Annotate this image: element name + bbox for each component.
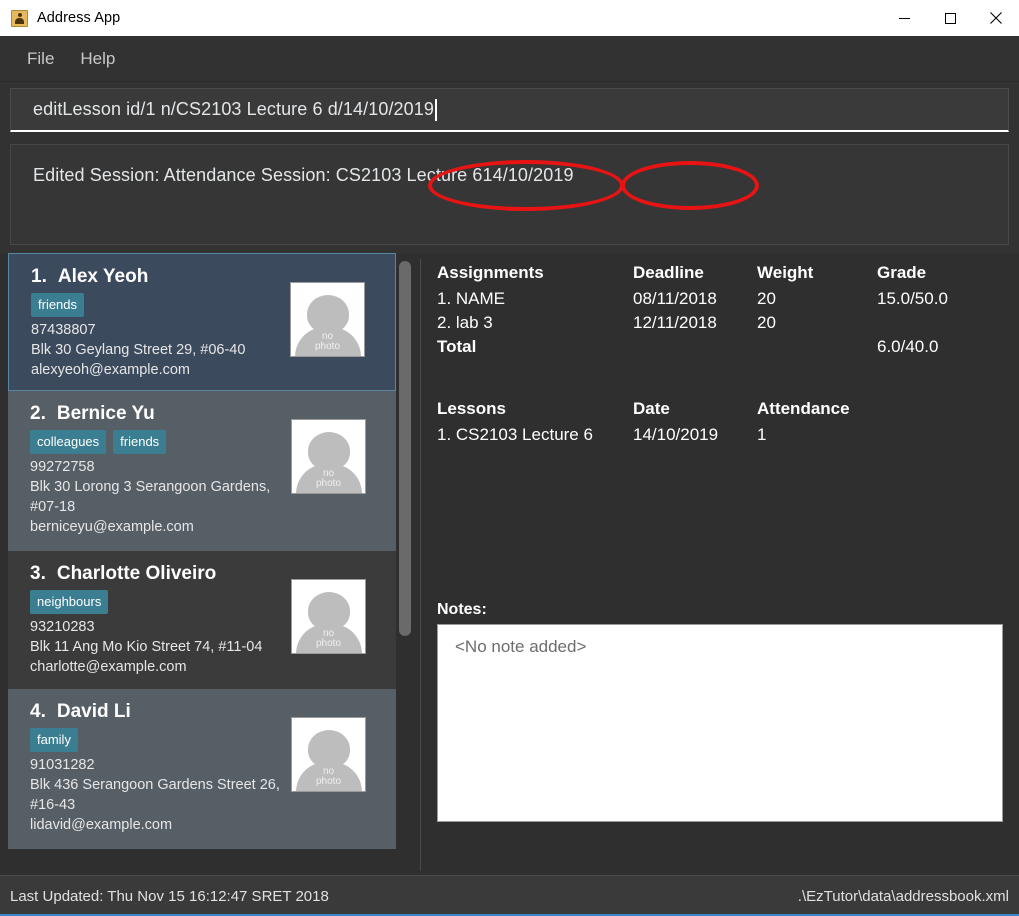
person-photo-placeholder: no photo	[291, 717, 366, 792]
person-list-panel: 1. Alex Yeoh friends 87438807 Blk 30 Gey…	[8, 253, 420, 875]
close-button[interactable]	[973, 0, 1019, 36]
assignment-deadline-cell: 08/11/2018	[633, 289, 717, 308]
maximize-button[interactable]	[927, 0, 973, 36]
person-index: 2.	[30, 403, 46, 424]
person-name: David Li	[56, 701, 131, 722]
tag-badge: colleagues	[30, 430, 107, 454]
assignment-name-cell: 2. lab 3	[437, 313, 493, 332]
assignment-name-cell: 1. NAME	[437, 289, 506, 308]
tag-badge: neighbours	[30, 590, 109, 614]
person-index: 1.	[31, 266, 47, 287]
col-header-date: Date	[633, 399, 670, 418]
no-photo-caption: no photo	[314, 331, 341, 352]
col-header-assignments: Assignments	[437, 263, 544, 282]
person-email: berniceyu@example.com	[30, 519, 194, 535]
notes-input[interactable]: <No note added>	[437, 624, 1003, 822]
table-spacer	[437, 363, 1005, 399]
lesson-name-cell: 1. CS2103 Lecture 6	[437, 425, 593, 444]
assignment-grade-cell: 15.0/50.0	[877, 289, 948, 308]
col-header-grade: Grade	[877, 263, 927, 282]
table-row-total: Total 6.0/40.0	[437, 337, 1005, 363]
result-display-container: Edited Session: Attendance Session: CS21…	[0, 140, 1019, 253]
minimize-button[interactable]	[881, 0, 927, 36]
command-input-value: editLesson id/1 n/CS2103 Lecture 6 d/14/…	[33, 99, 434, 119]
menu-item-file[interactable]: File	[14, 45, 67, 73]
lesson-attendance-cell: 1	[757, 425, 767, 444]
no-photo-caption: no photo	[315, 468, 342, 489]
person-name: Bernice Yu	[56, 403, 155, 424]
person-card[interactable]: 4. David Li family 91031282 Blk 436 Sera…	[8, 689, 396, 849]
text-caret	[435, 98, 437, 121]
col-header-weight: Weight	[757, 263, 814, 282]
status-bar: Last Updated: Thu Nov 15 16:12:47 SRET 2…	[0, 875, 1019, 916]
person-email: lidavid@example.com	[30, 817, 173, 833]
assignment-weight-cell: 20	[757, 313, 776, 332]
person-email: alexyeoh@example.com	[31, 362, 190, 378]
assignment-total-deadline	[633, 337, 757, 363]
window-title: Address App	[37, 10, 121, 26]
person-phone: 91031282	[30, 757, 95, 773]
tag-badge: friends	[113, 430, 167, 454]
person-photo-placeholder: no photo	[291, 579, 366, 654]
assignments-table: Assignments Deadline Weight Grade 1. NAM…	[437, 263, 1005, 399]
details-panel: Assignments Deadline Weight Grade 1. NAM…	[421, 253, 1019, 875]
col-header-deadline: Deadline	[633, 263, 704, 282]
person-phone: 87438807	[31, 322, 96, 338]
title-bar-left: Address App	[0, 9, 121, 27]
col-header-lessons: Lessons	[437, 399, 506, 418]
col-header-attendance: Attendance	[757, 399, 850, 418]
person-phone: 99272758	[30, 459, 95, 475]
assignment-total-label: Total	[437, 337, 477, 356]
main-content: 1. Alex Yeoh friends 87438807 Blk 30 Gey…	[0, 160, 1019, 875]
table-header-row: Assignments Deadline Weight Grade	[437, 263, 1005, 289]
lessons-table: Lessons Date Attendance 1. CS2103 Lectur…	[437, 399, 1005, 449]
person-card[interactable]: 2. Bernice Yu colleagues friends 9927275…	[8, 391, 396, 551]
assignment-deadline-cell: 12/11/2018	[633, 313, 717, 332]
assignment-weight-cell: 20	[757, 289, 776, 308]
person-name: Charlotte Oliveiro	[56, 563, 217, 584]
person-name: Alex Yeoh	[57, 266, 149, 287]
scrollbar-thumb[interactable]	[399, 261, 411, 636]
person-address: Blk 11 Ang Mo Kio Street 74, #11-04	[30, 639, 263, 655]
application-window: Address App File Help editLesson id/1 n/…	[0, 0, 1019, 916]
person-email: charlotte@example.com	[30, 659, 187, 675]
window-controls	[881, 0, 1019, 36]
notes-label: Notes:	[437, 601, 487, 618]
result-display: Edited Session: Attendance Session: CS21…	[10, 144, 1009, 245]
status-last-updated: Last Updated: Thu Nov 15 16:12:47 SRET 2…	[10, 887, 329, 905]
person-address: Blk 436 Serangoon Gardens Street 26, #16…	[30, 777, 280, 813]
person-address: Blk 30 Lorong 3 Serangoon Gardens, #07-1…	[30, 479, 271, 515]
status-file-path: .\EzTutor\data\addressbook.xml	[797, 887, 1009, 905]
person-phone: 93210283	[30, 619, 95, 635]
person-index: 4.	[30, 701, 46, 722]
no-photo-caption: no photo	[315, 766, 342, 787]
table-row: 1. CS2103 Lecture 6 14/10/2019 1	[437, 425, 1005, 449]
command-input[interactable]: editLesson id/1 n/CS2103 Lecture 6 d/14/…	[10, 88, 1009, 132]
assignment-grade-cell	[877, 313, 1005, 337]
lesson-date-cell: 14/10/2019	[633, 425, 719, 444]
menu-item-help[interactable]: Help	[67, 45, 128, 73]
person-card-icon	[11, 9, 28, 27]
person-photo-placeholder: no photo	[290, 282, 365, 357]
result-message: Edited Session: Attendance Session: CS21…	[33, 165, 574, 185]
person-index: 3.	[30, 563, 46, 584]
table-header-row: Lessons Date Attendance	[437, 399, 1005, 425]
person-card[interactable]: 3. Charlotte Oliveiro neighbours 9321028…	[8, 551, 396, 689]
person-card-list: 1. Alex Yeoh friends 87438807 Blk 30 Gey…	[8, 253, 396, 849]
notes-placeholder-text: <No note added>	[455, 637, 587, 656]
person-address: Blk 30 Geylang Street 29, #06-40	[31, 342, 246, 358]
tag-badge: friends	[31, 293, 85, 317]
no-photo-caption: no photo	[315, 628, 342, 649]
command-box-container: editLesson id/1 n/CS2103 Lecture 6 d/14/…	[0, 82, 1019, 140]
title-bar: Address App	[0, 0, 1019, 36]
menu-bar: File Help	[0, 36, 1019, 82]
person-list-scrollbar[interactable]	[398, 259, 412, 871]
table-row: 2. lab 3 12/11/2018 20	[437, 313, 1005, 337]
person-photo-placeholder: no photo	[291, 419, 366, 494]
person-card[interactable]: 1. Alex Yeoh friends 87438807 Blk 30 Gey…	[8, 253, 396, 391]
tag-badge: family	[30, 728, 78, 752]
table-row: 1. NAME 08/11/2018 20 15.0/50.0	[437, 289, 1005, 313]
assignment-total-grade: 6.0/40.0	[877, 337, 939, 356]
assignment-total-weight	[757, 337, 877, 363]
